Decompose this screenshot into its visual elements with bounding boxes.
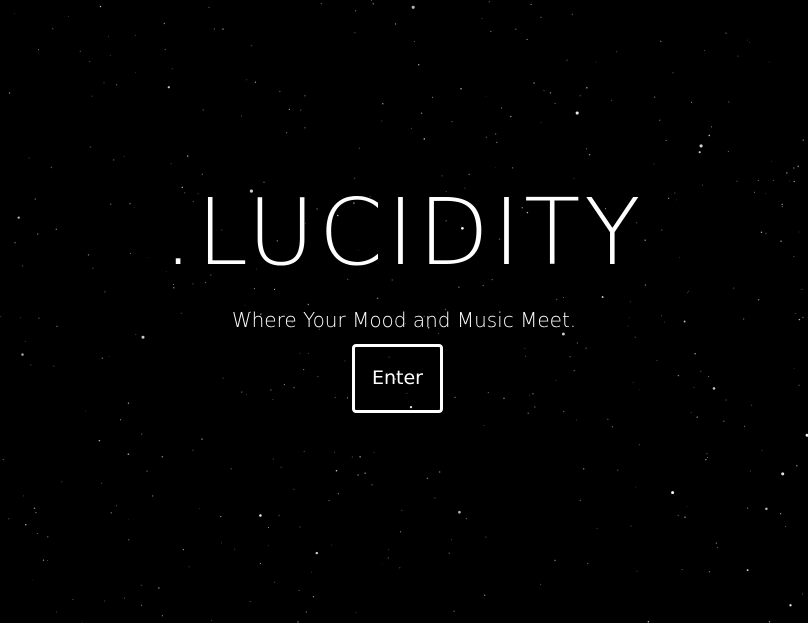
hero-section: .LUCIDITY Where Your Mood and Music Meet… [0, 0, 808, 623]
tagline: Where Your Mood and Music Meet. [231, 308, 577, 332]
landing-page: .LUCIDITY Where Your Mood and Music Meet… [0, 0, 808, 623]
app-title: .LUCIDITY [163, 179, 645, 286]
enter-button[interactable]: Enter [352, 344, 443, 413]
